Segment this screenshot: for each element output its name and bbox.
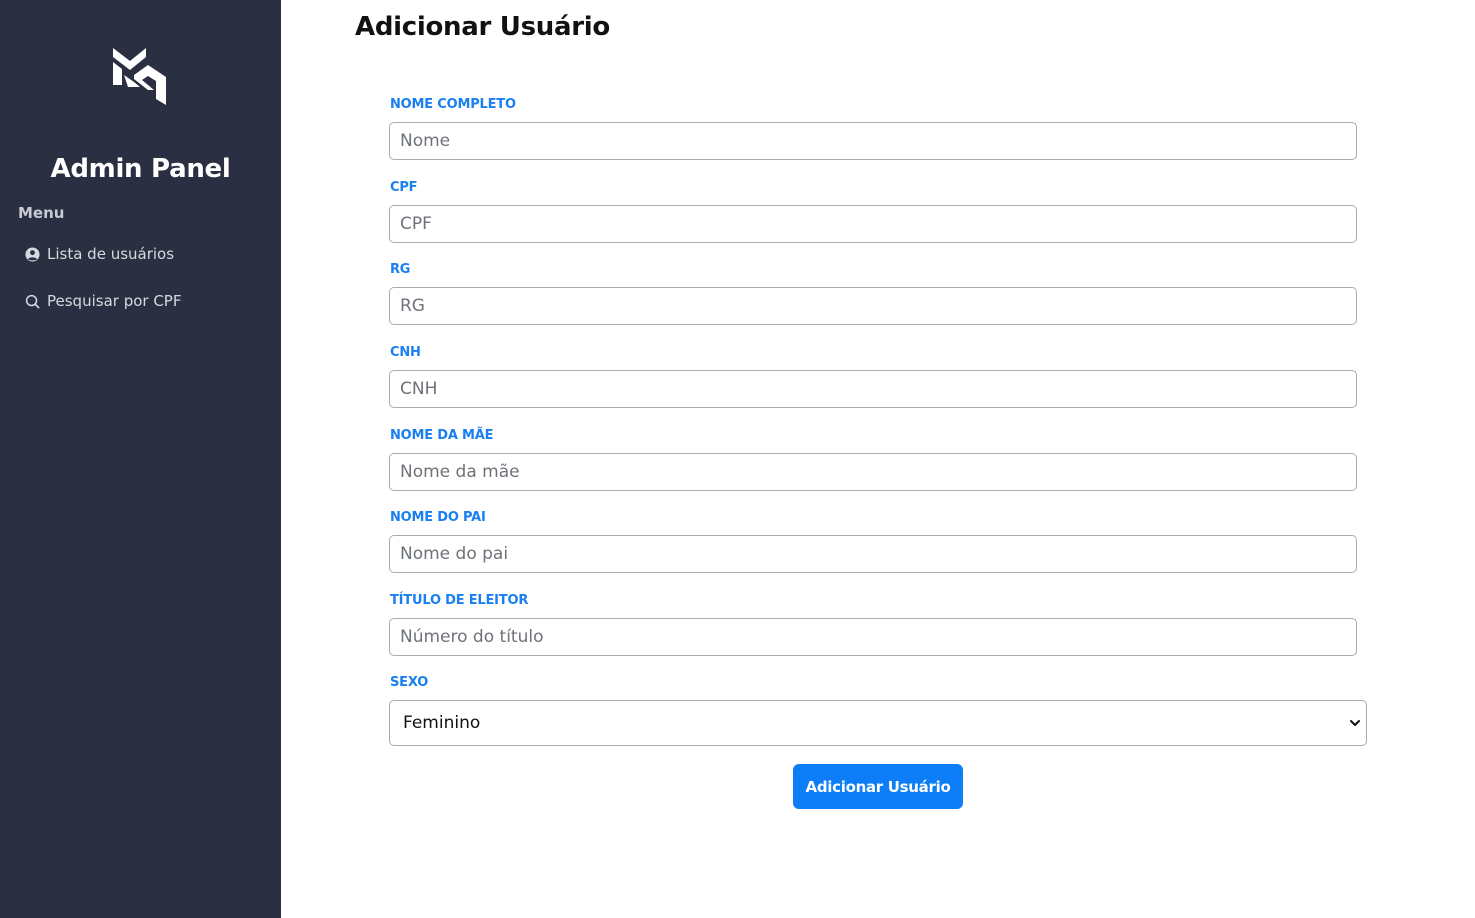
rg-label: RG: [390, 262, 411, 277]
menu-heading: Menu: [18, 204, 65, 222]
chevron-down-icon: [1348, 716, 1362, 730]
cpf-label: CPF: [390, 180, 418, 195]
full-name-label: NOME COMPLETO: [390, 97, 516, 112]
sidebar: Admin Panel Menu Lista de usuários Pesqu…: [0, 0, 281, 918]
sex-select[interactable]: Feminino: [389, 700, 1367, 746]
logo-icon: [110, 45, 170, 107]
page-title: Adicionar Usuário: [355, 12, 610, 42]
mother-name-label: NOME DA MÃE: [390, 428, 494, 443]
voter-title-label: TÍTULO DE ELEITOR: [390, 593, 529, 608]
sidebar-item-user-list[interactable]: Lista de usuários: [25, 245, 174, 263]
sex-select-value: Feminino: [403, 713, 481, 733]
add-user-button[interactable]: Adicionar Usuário: [793, 764, 963, 809]
sidebar-item-label: Pesquisar por CPF: [47, 292, 182, 310]
voter-title-input[interactable]: [389, 618, 1357, 656]
sidebar-item-label: Lista de usuários: [47, 245, 175, 263]
sex-label: SEXO: [390, 675, 429, 690]
cpf-input[interactable]: [389, 205, 1357, 243]
cnh-label: CNH: [390, 345, 421, 360]
father-name-label: NOME DO PAI: [390, 510, 486, 525]
full-name-input[interactable]: [389, 122, 1357, 160]
brand-title: Admin Panel: [50, 154, 231, 184]
cnh-input[interactable]: [389, 370, 1357, 408]
mother-name-input[interactable]: [389, 453, 1357, 491]
father-name-input[interactable]: [389, 535, 1357, 573]
sidebar-item-search-cpf[interactable]: Pesquisar por CPF: [25, 292, 181, 310]
rg-input[interactable]: [389, 287, 1357, 325]
search-icon: [25, 294, 40, 309]
user-circle-icon: [25, 246, 40, 262]
app-layout: Admin Panel Menu Lista de usuários Pesqu…: [0, 0, 1475, 918]
